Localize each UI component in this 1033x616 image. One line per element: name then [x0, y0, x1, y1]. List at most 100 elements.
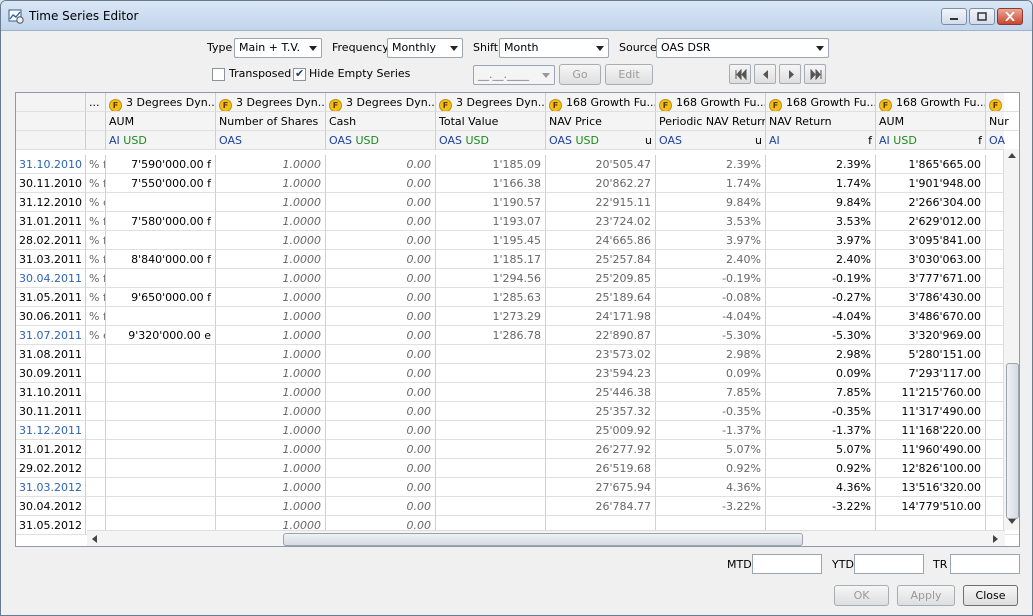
cell-aum[interactable] — [106, 269, 216, 288]
cell-nav[interactable]: 25'189.64 — [546, 288, 656, 307]
cell-c0[interactable]: % f — [86, 155, 106, 174]
cell-aum2[interactable]: 3'786'430.00 — [876, 288, 986, 307]
cell-tv[interactable] — [436, 402, 546, 421]
cell-aum2[interactable]: 11'960'490.00 — [876, 440, 986, 459]
cell-tv[interactable]: 1'185.09 — [436, 155, 546, 174]
cell-nav[interactable]: 20'862.27 — [546, 174, 656, 193]
cell-aum2[interactable]: 3'486'670.00 — [876, 307, 986, 326]
column-header[interactable]: Nur — [986, 112, 1019, 131]
column-header[interactable]: F 168 Growth Fu... — [766, 93, 876, 112]
cell-cash[interactable]: 0.00 — [326, 231, 436, 250]
column-header[interactable]: AI USD — [106, 131, 216, 150]
cell-ret[interactable]: -0.35% — [766, 402, 876, 421]
cell-pret[interactable]: 2.39% — [656, 155, 766, 174]
cell-cash[interactable]: 0.00 — [326, 459, 436, 478]
cell-cash[interactable]: 0.00 — [326, 212, 436, 231]
cell-tv[interactable]: 1'294.56 — [436, 269, 546, 288]
cell-aum2[interactable]: 1'865'665.00 — [876, 155, 986, 174]
cell-aum[interactable] — [106, 345, 216, 364]
cell-tv[interactable] — [436, 459, 546, 478]
column-header[interactable]: ... — [86, 93, 106, 112]
column-header[interactable]: OA — [986, 131, 1019, 150]
cell-aum2[interactable]: 2'629'012.00 — [876, 212, 986, 231]
cell-cash[interactable]: 0.00 — [326, 345, 436, 364]
cell-pret[interactable]: 1.74% — [656, 174, 766, 193]
column-header[interactable]: AI USD f — [876, 131, 986, 150]
cell-aum[interactable] — [106, 231, 216, 250]
cell-aum[interactable] — [106, 497, 216, 516]
cell-cash[interactable]: 0.00 — [326, 174, 436, 193]
cell-nav[interactable]: 23'724.02 — [546, 212, 656, 231]
cell-aum2[interactable]: 3'320'969.00 — [876, 326, 986, 345]
horizontal-scroll-thumb[interactable] — [283, 533, 803, 546]
edit-button[interactable]: Edit — [605, 64, 653, 85]
cell-tv[interactable] — [436, 478, 546, 497]
close-button[interactable]: Close — [963, 585, 1018, 606]
cell-tv[interactable]: 1'190.57 — [436, 193, 546, 212]
cell-c0[interactable] — [86, 440, 106, 459]
cell-tv[interactable] — [436, 345, 546, 364]
cell-c0[interactable] — [86, 478, 106, 497]
cell-aum[interactable]: 9'320'000.00 e — [106, 326, 216, 345]
cell-pret[interactable]: -0.08% — [656, 288, 766, 307]
cell-pret[interactable]: 2.98% — [656, 345, 766, 364]
column-header[interactable]: F 168 Growth Fu... — [656, 93, 766, 112]
cell-pret[interactable]: -4.04% — [656, 307, 766, 326]
cell-c0[interactable]: % e — [86, 193, 106, 212]
cell-c0[interactable]: % f — [86, 250, 106, 269]
cell-pret[interactable]: 7.85% — [656, 383, 766, 402]
cell-aum[interactable] — [106, 440, 216, 459]
cell-ret[interactable]: 2.39% — [766, 155, 876, 174]
cell-aum[interactable] — [106, 383, 216, 402]
column-header[interactable]: F 168 Growth Fu... — [876, 93, 986, 112]
ytd-field[interactable] — [854, 554, 924, 574]
column-header[interactable]: NAV Price — [546, 112, 656, 131]
column-header[interactable]: F 3 Degrees Dyn... — [436, 93, 546, 112]
cell-c0[interactable] — [86, 402, 106, 421]
ok-button[interactable]: OK — [834, 585, 889, 606]
maximize-button[interactable] — [969, 8, 995, 25]
cell-aum[interactable]: 9'650'000.00 f — [106, 288, 216, 307]
tr-field[interactable] — [950, 554, 1020, 574]
cell-shares[interactable]: 1.0000 — [216, 478, 326, 497]
column-header[interactable]: AI f — [766, 131, 876, 150]
cell-tv[interactable]: 1'166.38 — [436, 174, 546, 193]
column-header[interactable]: Periodic NAV Return — [656, 112, 766, 131]
cell-tv[interactable] — [436, 497, 546, 516]
cell-c0[interactable]: % e — [86, 326, 106, 345]
cell-pret[interactable]: 9.84% — [656, 193, 766, 212]
cell-nav[interactable]: 26'277.92 — [546, 440, 656, 459]
cell-pret[interactable]: 2.40% — [656, 250, 766, 269]
cell-pret[interactable]: -1.37% — [656, 421, 766, 440]
cell-aum2[interactable]: 7'293'117.00 — [876, 364, 986, 383]
column-header[interactable]: F 3 Degrees Dyn... — [216, 93, 326, 112]
cell-ret[interactable]: 0.92% — [766, 459, 876, 478]
cell-c0[interactable] — [86, 364, 106, 383]
cell-cash[interactable]: 0.00 — [326, 364, 436, 383]
horizontal-scrollbar[interactable] — [87, 530, 1005, 546]
cell-aum2[interactable]: 5'280'151.00 — [876, 345, 986, 364]
cell-pret[interactable]: -0.35% — [656, 402, 766, 421]
cell-nav[interactable]: 27'675.94 — [546, 478, 656, 497]
cell-pret[interactable]: 4.36% — [656, 478, 766, 497]
cell-ret[interactable]: 7.85% — [766, 383, 876, 402]
cell-aum2[interactable]: 12'826'100.00 — [876, 459, 986, 478]
column-header[interactable]: OAS — [216, 131, 326, 150]
cell-cash[interactable]: 0.00 — [326, 440, 436, 459]
cell-nav[interactable]: 24'665.86 — [546, 231, 656, 250]
cell-tv[interactable]: 1'195.45 — [436, 231, 546, 250]
cell-pret[interactable]: 0.09% — [656, 364, 766, 383]
mtd-field[interactable] — [752, 554, 822, 574]
cell-aum2[interactable]: 11'168'220.00 — [876, 421, 986, 440]
cell-nav[interactable]: 20'505.47 — [546, 155, 656, 174]
cell-aum[interactable]: 7'590'000.00 f — [106, 155, 216, 174]
column-header[interactable]: NAV Return — [766, 112, 876, 131]
cell-ret[interactable]: 1.74% — [766, 174, 876, 193]
date-picker[interactable]: __.__.____ — [473, 65, 555, 85]
vertical-scrollbar[interactable] — [1003, 149, 1019, 530]
cell-c0[interactable] — [86, 421, 106, 440]
cell-shares[interactable]: 1.0000 — [216, 212, 326, 231]
cell-c0[interactable] — [86, 459, 106, 478]
cell-ret[interactable]: 3.53% — [766, 212, 876, 231]
cell-cash[interactable]: 0.00 — [326, 193, 436, 212]
